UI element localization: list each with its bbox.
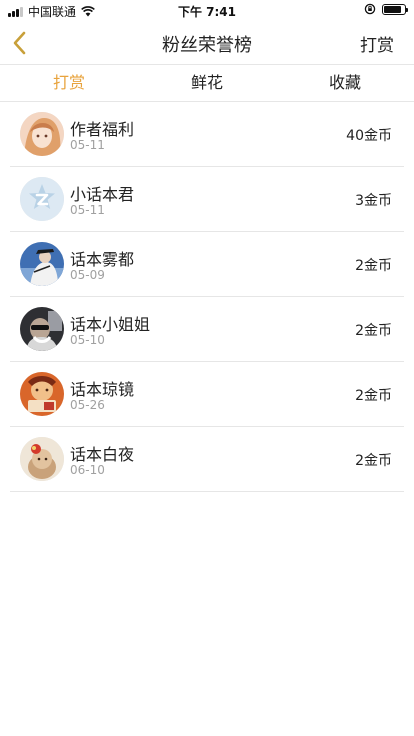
status-time: 下午 7:41 [177,5,237,19]
fan-date: 05-11 [70,138,105,152]
orientation-lock-icon [364,3,376,15]
list-item[interactable]: 小话本君 05-11 3金币 [10,167,404,232]
reward-amount: 2金币 [355,388,392,404]
fan-date: 06-10 [70,463,105,477]
avatar [20,112,64,156]
fan-name: 作者福利 [70,120,135,139]
fan-date: 05-10 [70,333,105,347]
fan-name: 小话本君 [70,185,135,204]
fan-name: 话本小姐姐 [70,315,151,334]
tab-favorites[interactable]: 收藏 [276,65,414,101]
battery-icon [382,3,408,15]
avatar [20,372,64,416]
fan-date: 05-11 [70,203,105,217]
fan-date: 05-26 [70,398,105,412]
avatar [20,307,64,351]
fan-name: 话本琼镜 [70,380,135,399]
fan-date: 05-09 [70,268,105,282]
fan-ranking-list: 作者福利 05-11 40金币 小话本君 05-11 3金币 话本雾都 05-0… [10,102,404,492]
avatar [20,242,64,286]
avatar [20,177,64,221]
status-bar: 中国联通 下午 7:41 [0,0,414,22]
reward-button[interactable]: 打赏 [360,31,394,56]
reward-amount: 2金币 [355,453,392,469]
list-item[interactable]: 话本小姐姐 05-10 2金币 [10,297,404,362]
tab-reward[interactable]: 打赏 [0,65,138,101]
reward-amount: 3金币 [355,193,392,209]
reward-amount: 2金币 [355,258,392,274]
tab-flowers[interactable]: 鲜花 [138,65,276,101]
fan-name: 话本雾都 [70,250,135,269]
list-item[interactable]: 话本琼镜 05-26 2金币 [10,362,404,427]
list-item[interactable]: 话本雾都 05-09 2金币 [10,232,404,297]
list-item[interactable]: 话本白夜 06-10 2金币 [10,427,404,492]
fan-name: 话本白夜 [70,445,135,464]
tab-bar: 打赏 鲜花 收藏 [0,64,414,102]
reward-amount: 40金币 [346,128,392,144]
avatar [20,437,64,481]
status-right [364,3,408,15]
list-item[interactable]: 作者福利 05-11 40金币 [10,102,404,167]
nav-bar: 粉丝荣誉榜 打赏 [0,22,414,64]
battery-fill [384,5,401,13]
reward-amount: 2金币 [355,323,392,339]
page-title: 粉丝荣誉榜 [162,35,252,56]
